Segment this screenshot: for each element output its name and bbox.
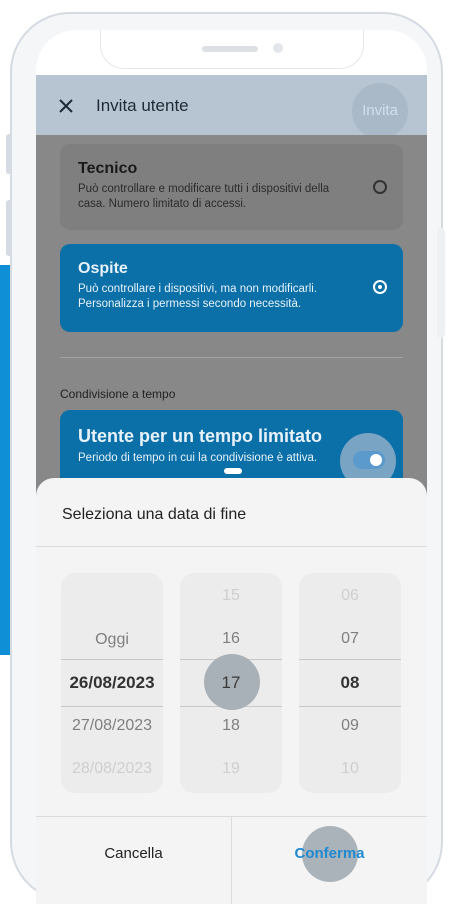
sheet-title: Seleziona una data di fine [62, 506, 247, 523]
role-description: Può controllare i dispositivi, ma non mo… [78, 283, 318, 310]
minute-option[interactable]: 09 [299, 717, 401, 735]
invite-form: Tecnico Può controllare e modificare tut… [36, 135, 427, 535]
app-screen: Invita utente Invita Tecnico Può control… [36, 30, 427, 904]
hour-option-selected[interactable]: 17 [180, 673, 282, 693]
role-description: Può controllare e modificare tutti i dis… [78, 183, 330, 210]
phone-side-button [6, 200, 12, 256]
role-title: Ospite [78, 260, 128, 277]
minute-option[interactable]: 07 [299, 630, 401, 648]
camera-icon [273, 43, 283, 53]
divider [60, 357, 403, 358]
minute-wheel-items: 06 07 08 09 10 [299, 573, 401, 793]
minute-option-selected[interactable]: 08 [299, 673, 401, 693]
hour-option[interactable]: 15 [180, 587, 282, 605]
sheet-actions: Cancella Conferma [36, 816, 427, 904]
minute-option[interactable]: 06 [299, 587, 401, 605]
hour-option[interactable]: 18 [180, 717, 282, 735]
speaker-icon [202, 46, 258, 52]
invite-button[interactable]: Invita [352, 83, 408, 139]
sheet-drag-handle[interactable] [224, 468, 242, 474]
toggle-knob [370, 454, 382, 466]
radio-button-selected[interactable] [373, 280, 387, 294]
hour-option[interactable]: 19 [180, 760, 282, 778]
close-icon[interactable] [58, 98, 74, 114]
minute-option[interactable]: 10 [299, 760, 401, 778]
confirm-button[interactable]: Conferma [232, 817, 427, 891]
page-title: Invita utente [96, 96, 189, 115]
role-option-tecnico[interactable]: Tecnico Può controllare e modificare tut… [60, 144, 403, 230]
phone-side-button [6, 134, 12, 174]
app-header: Invita utente Invita [36, 75, 427, 139]
section-label: Condivisione a tempo [60, 387, 176, 401]
date-option[interactable]: 27/08/2023 [61, 717, 163, 735]
timed-share-toggle[interactable] [353, 451, 385, 469]
hour-option[interactable]: 16 [180, 630, 282, 648]
date-option[interactable]: Oggi [61, 631, 163, 649]
hour-wheel-items: 15 16 17 18 19 [180, 573, 282, 793]
divider [36, 546, 427, 547]
role-title: Tecnico [78, 160, 138, 177]
phone-side-button [437, 228, 445, 338]
date-option-selected[interactable]: 26/08/2023 [61, 673, 163, 693]
timed-share-description: Periodo di tempo in cui la condivisione … [78, 452, 318, 464]
radio-button[interactable] [373, 180, 387, 194]
date-wheel-items: Oggi 26/08/2023 27/08/2023 28/08/2023 [61, 573, 163, 793]
cancel-button[interactable]: Cancella [36, 817, 231, 891]
role-option-ospite[interactable]: Ospite Può controllare i dispositivi, ma… [60, 244, 403, 332]
timed-share-title: Utente per un tempo limitato [78, 426, 323, 446]
date-option[interactable]: 28/08/2023 [61, 760, 163, 778]
date-picker-sheet: Seleziona una data di fine Oggi 26/08/20… [36, 478, 427, 904]
